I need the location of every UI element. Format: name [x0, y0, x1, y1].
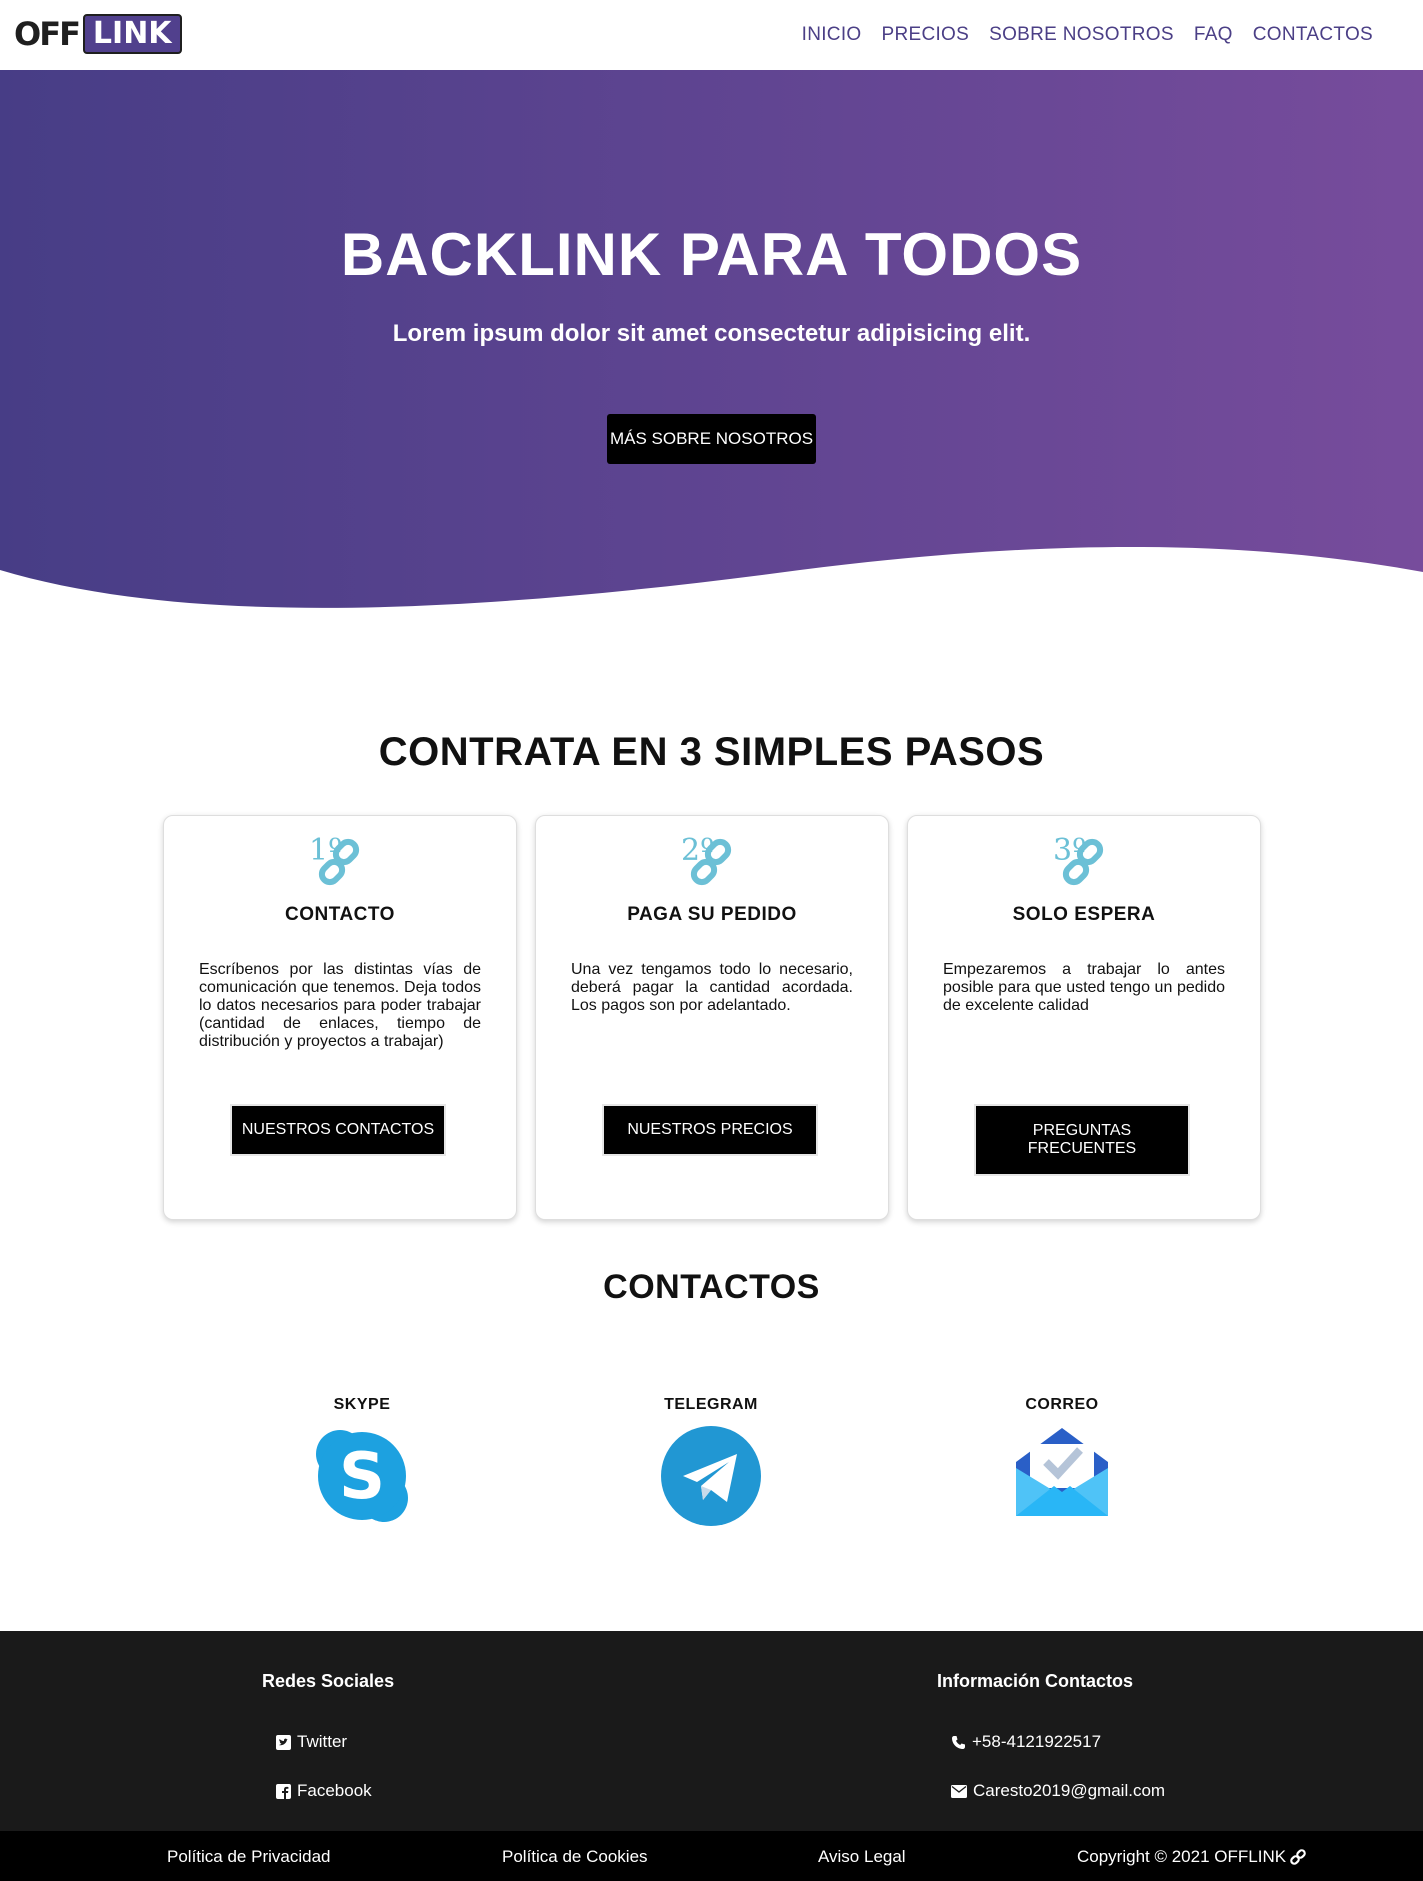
privacy-policy-link[interactable]: Política de Privacidad	[167, 1847, 330, 1867]
contact-label: TELEGRAM	[664, 1396, 758, 1413]
copyright-text: Copyright © 2021 OFFLINK	[1077, 1847, 1287, 1866]
nav-link-inicio[interactable]: INICIO	[802, 24, 862, 46]
facebook-link[interactable]: Facebook	[276, 1781, 372, 1801]
nav-link-faq[interactable]: FAQ	[1194, 24, 1233, 46]
site-logo[interactable]: OFF LINK	[14, 14, 182, 54]
step-card-title: SOLO ESPERA	[1012, 904, 1156, 925]
phone-icon	[952, 1735, 965, 1749]
nav-link-contactos[interactable]: CONTACTOS	[1253, 24, 1373, 46]
legal-notice-link[interactable]: Aviso Legal	[818, 1847, 906, 1867]
steps-title: CONTRATA EN 3 SIMPLES PASOS	[378, 730, 1045, 774]
twitter-link[interactable]: Twitter	[276, 1732, 347, 1752]
link-icon	[1290, 1849, 1306, 1865]
skype-icon[interactable]: S	[310, 1424, 414, 1528]
footer: Redes Sociales Twitter Facebook Informac…	[0, 1631, 1423, 1831]
twitter-label: Twitter	[297, 1732, 348, 1751]
bottom-bar: Política de Privacidad Política de Cooki…	[0, 1831, 1423, 1881]
step-card-title: PAGA SU PEDIDO	[627, 904, 797, 925]
our-contacts-button[interactable]: NUESTROS CONTACTOS	[230, 1104, 446, 1156]
step-card-contacto: 1º CONTACTO Escríbenos por las distintas…	[163, 815, 517, 1220]
top-navbar: OFF LINK INICIO PRECIOS SOBRE NOSOTROS F…	[0, 0, 1423, 70]
contact-correo: CORREO	[997, 1396, 1127, 1533]
hero-subtitle: Lorem ipsum dolor sit amet consectetur a…	[392, 320, 1031, 347]
contact-info-heading: Información Contactos	[937, 1671, 1134, 1691]
copyright: Copyright © 2021 OFFLINK	[1077, 1847, 1306, 1867]
envelope-icon	[951, 1784, 967, 1798]
step-card-text: Empezaremos a trabajar lo antes posible …	[943, 961, 1225, 1014]
contact-telegram: TELEGRAM	[646, 1396, 776, 1533]
email-contact[interactable]: Caresto2019@gmail.com	[951, 1781, 1165, 1801]
faq-button[interactable]: PREGUNTAS FRECUENTES	[974, 1104, 1190, 1176]
logo-text-link: LINK	[82, 14, 182, 54]
nav-link-sobre-nosotros[interactable]: SOBRE NOSOTROS	[989, 24, 1174, 46]
chain-link-icon: 3º	[1053, 833, 1104, 886]
step-card-title: CONTACTO	[285, 904, 395, 925]
email-label: Caresto2019@gmail.com	[973, 1781, 1166, 1800]
step-card-paga: 2º PAGA SU PEDIDO Una vez tengamos todo …	[535, 815, 889, 1220]
hero-title: BACKLINK PARA TODOS	[340, 221, 1083, 288]
nav-link-precios[interactable]: PRECIOS	[881, 24, 969, 46]
main-menu: INICIO PRECIOS SOBRE NOSOTROS FAQ CONTAC…	[782, 24, 1373, 46]
svg-text:S: S	[339, 1440, 385, 1514]
chain-link-icon: 2º	[681, 833, 732, 886]
facebook-label: Facebook	[297, 1781, 372, 1800]
step-card-text: Escríbenos por las distintas vías de com…	[199, 961, 481, 1050]
about-us-button[interactable]: MÁS SOBRE NOSOTROS	[607, 414, 816, 464]
telegram-icon[interactable]	[659, 1424, 763, 1528]
facebook-icon	[276, 1783, 291, 1799]
step-card-espera: 3º SOLO ESPERA Empezaremos a trabajar lo…	[907, 815, 1261, 1220]
logo-text-off: OFF	[14, 15, 81, 53]
chain-link-icon: 1º	[309, 833, 360, 886]
phone-label: +58-4121922517	[972, 1732, 1102, 1751]
step-card-text: Una vez tengamos todo lo necesario, debe…	[571, 961, 853, 1014]
social-heading: Redes Sociales	[262, 1671, 395, 1691]
contact-label: SKYPE	[333, 1396, 391, 1413]
cookie-policy-link[interactable]: Política de Cookies	[502, 1847, 648, 1867]
phone-contact[interactable]: +58-4121922517	[951, 1732, 1101, 1752]
twitter-icon	[276, 1734, 291, 1750]
contacts-title: CONTACTOS	[603, 1268, 820, 1306]
contact-skype: SKYPE S	[297, 1396, 427, 1533]
hero-section: BACKLINK PARA TODOS Lorem ipsum dolor si…	[0, 70, 1423, 610]
our-prices-button[interactable]: NUESTROS PRECIOS	[602, 1104, 818, 1156]
contact-label: CORREO	[1025, 1396, 1099, 1413]
mail-icon[interactable]	[1010, 1424, 1114, 1528]
